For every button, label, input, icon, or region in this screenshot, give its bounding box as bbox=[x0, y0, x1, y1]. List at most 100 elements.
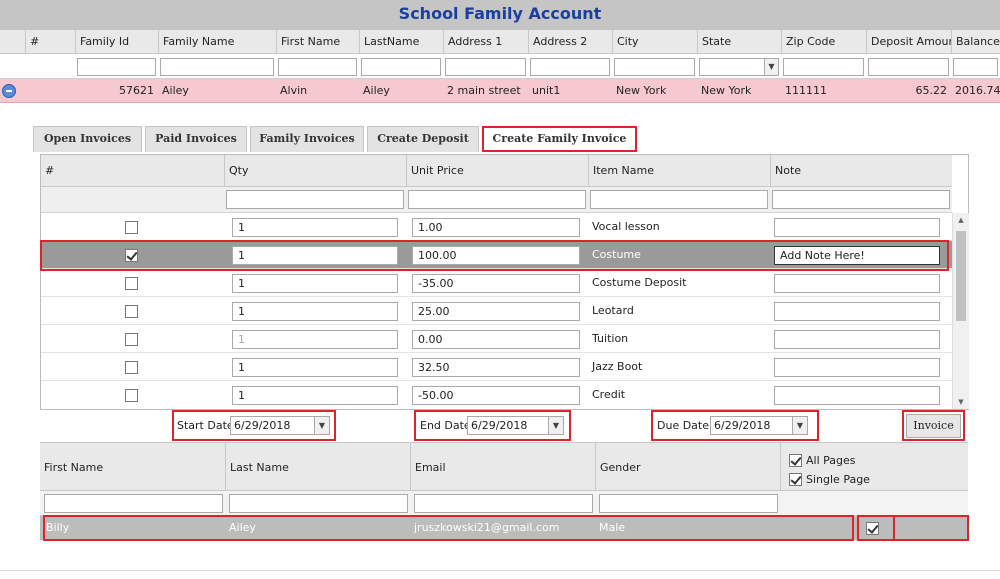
collapse-minus-icon[interactable] bbox=[2, 84, 16, 98]
address1: 2 main street bbox=[447, 84, 521, 97]
filter-unit-price[interactable] bbox=[408, 190, 586, 209]
col-header-unit-price[interactable]: Unit Price bbox=[406, 155, 588, 186]
family-id: 57621 bbox=[119, 84, 154, 97]
chevron-down-icon[interactable]: ▼ bbox=[792, 417, 807, 434]
filter-qty[interactable] bbox=[226, 190, 404, 209]
filter-city[interactable] bbox=[614, 58, 695, 76]
filter-last-name[interactable] bbox=[361, 58, 441, 76]
checkbox-icon[interactable] bbox=[789, 454, 802, 467]
invoice-row[interactable]: 1 -35.00 Costume Deposit bbox=[41, 269, 952, 297]
filter-family-id[interactable] bbox=[77, 58, 156, 76]
qty-input[interactable]: 1 bbox=[232, 302, 398, 321]
filter-first-name[interactable] bbox=[278, 58, 357, 76]
qty-input[interactable]: 1 bbox=[232, 358, 398, 377]
col-header-email[interactable]: Email bbox=[410, 443, 595, 490]
note-input[interactable] bbox=[774, 274, 940, 293]
tab-create-deposit[interactable]: Create Deposit bbox=[367, 126, 479, 152]
start-date-select[interactable]: 6/29/2018 ▼ bbox=[230, 416, 330, 435]
col-header-qty[interactable]: Qty bbox=[224, 155, 406, 186]
note-input[interactable] bbox=[774, 330, 940, 349]
filter-gender[interactable] bbox=[599, 494, 778, 513]
single-page-option[interactable]: Single Page bbox=[789, 470, 870, 488]
checkbox-icon[interactable] bbox=[125, 221, 138, 234]
filter-address1[interactable] bbox=[445, 58, 526, 76]
col-header-balance[interactable]: Balance bbox=[951, 30, 1000, 53]
unit-price-input[interactable]: 1.00 bbox=[412, 218, 580, 237]
checkbox-icon[interactable] bbox=[125, 305, 138, 318]
checkbox-icon[interactable] bbox=[125, 389, 138, 402]
col-header-family-name[interactable]: Family Name bbox=[158, 30, 276, 53]
col-header-first-name[interactable]: First Name bbox=[40, 443, 225, 490]
filter-item-name[interactable] bbox=[590, 190, 768, 209]
note-input[interactable] bbox=[774, 386, 940, 405]
col-header-zip[interactable]: Zip Code bbox=[781, 30, 866, 53]
col-header-first-name[interactable]: First Name bbox=[276, 30, 359, 53]
filter-zip[interactable] bbox=[783, 58, 864, 76]
col-header-state[interactable]: State bbox=[697, 30, 781, 53]
qty-input[interactable]: 1 bbox=[232, 386, 398, 405]
col-header-address1[interactable]: Address 1 bbox=[443, 30, 528, 53]
all-pages-option[interactable]: All Pages bbox=[789, 451, 856, 469]
col-header-address2[interactable]: Address 2 bbox=[528, 30, 612, 53]
col-header-family-id[interactable]: Family Id bbox=[75, 30, 158, 53]
note-input[interactable] bbox=[774, 358, 940, 377]
end-date-value: 6/29/2018 bbox=[471, 419, 528, 432]
checkbox-icon[interactable] bbox=[125, 333, 138, 346]
tab-family-invoices[interactable]: Family Invoices bbox=[250, 126, 364, 152]
filter-first-name[interactable] bbox=[44, 494, 223, 513]
scrollbar-thumb[interactable] bbox=[956, 231, 966, 321]
qty-input[interactable]: 1 bbox=[232, 330, 398, 349]
unit-price-input[interactable]: 25.00 bbox=[412, 302, 580, 321]
filter-last-name[interactable] bbox=[229, 494, 408, 513]
invoice-row[interactable]: 1 0.00 Tuition bbox=[41, 325, 952, 353]
invoice-row[interactable]: 1 25.00 Leotard bbox=[41, 297, 952, 325]
col-header-note[interactable]: Note bbox=[770, 155, 952, 186]
filter-address2[interactable] bbox=[530, 58, 610, 76]
col-header-deposit[interactable]: Deposit Amoun bbox=[866, 30, 951, 53]
col-header-gender[interactable]: Gender bbox=[595, 443, 780, 490]
scroll-up-icon[interactable]: ▲ bbox=[953, 213, 969, 227]
invoice-button[interactable]: Invoice bbox=[906, 414, 961, 438]
checkbox-icon[interactable] bbox=[789, 473, 802, 486]
filter-note[interactable] bbox=[772, 190, 950, 209]
start-date-label: Start Date bbox=[177, 419, 234, 432]
vertical-scrollbar[interactable]: ▲ ▼ bbox=[952, 213, 969, 409]
checkbox-icon[interactable] bbox=[125, 277, 138, 290]
col-header-last-name[interactable]: Last Name bbox=[225, 443, 410, 490]
chevron-down-icon[interactable]: ▼ bbox=[764, 59, 778, 75]
filter-balance[interactable] bbox=[953, 58, 998, 76]
filter-deposit[interactable] bbox=[868, 58, 949, 76]
col-header-last-name[interactable]: LastName bbox=[359, 30, 443, 53]
qty-input[interactable]: 1 bbox=[232, 218, 398, 237]
annotation-highlight-row bbox=[40, 240, 949, 271]
family-row[interactable]: 57621 Ailey Alvin Ailey 2 main street un… bbox=[0, 79, 1000, 103]
col-header-number[interactable]: # bbox=[41, 155, 224, 186]
tab-paid-invoices[interactable]: Paid Invoices bbox=[145, 126, 247, 152]
col-header-select: All Pages Single Page bbox=[780, 443, 968, 490]
chevron-down-icon[interactable]: ▼ bbox=[314, 417, 329, 434]
unit-price-input[interactable]: -35.00 bbox=[412, 274, 580, 293]
unit-price-input[interactable]: 32.50 bbox=[412, 358, 580, 377]
col-header-item-name[interactable]: Item Name bbox=[588, 155, 770, 186]
invoice-row[interactable]: 1 1.00 Vocal lesson bbox=[41, 213, 952, 241]
filter-family-name[interactable] bbox=[160, 58, 274, 76]
col-header-number[interactable]: # bbox=[25, 30, 75, 53]
unit-price-input[interactable]: 0.00 bbox=[412, 330, 580, 349]
invoice-row[interactable]: 1 32.50 Jazz Boot bbox=[41, 353, 952, 381]
qty-input[interactable]: 1 bbox=[232, 274, 398, 293]
note-input[interactable] bbox=[774, 218, 940, 237]
due-date-select[interactable]: 6/29/2018 ▼ bbox=[710, 416, 808, 435]
end-date-select[interactable]: 6/29/2018 ▼ bbox=[467, 416, 564, 435]
unit-price-input[interactable]: -50.00 bbox=[412, 386, 580, 405]
note-input[interactable] bbox=[774, 302, 940, 321]
col-header-city[interactable]: City bbox=[612, 30, 697, 53]
filter-email[interactable] bbox=[414, 494, 593, 513]
filter-state-select[interactable]: ▼ bbox=[699, 58, 779, 76]
checkbox-icon[interactable] bbox=[125, 361, 138, 374]
item-name: Vocal lesson bbox=[592, 220, 660, 233]
tab-create-family-invoice[interactable]: Create Family Invoice bbox=[482, 126, 637, 152]
tab-open-invoices[interactable]: Open Invoices bbox=[33, 126, 142, 152]
scroll-down-icon[interactable]: ▼ bbox=[953, 395, 969, 409]
chevron-down-icon[interactable]: ▼ bbox=[548, 417, 563, 434]
invoice-row[interactable]: 1 -50.00 Credit bbox=[41, 381, 952, 409]
